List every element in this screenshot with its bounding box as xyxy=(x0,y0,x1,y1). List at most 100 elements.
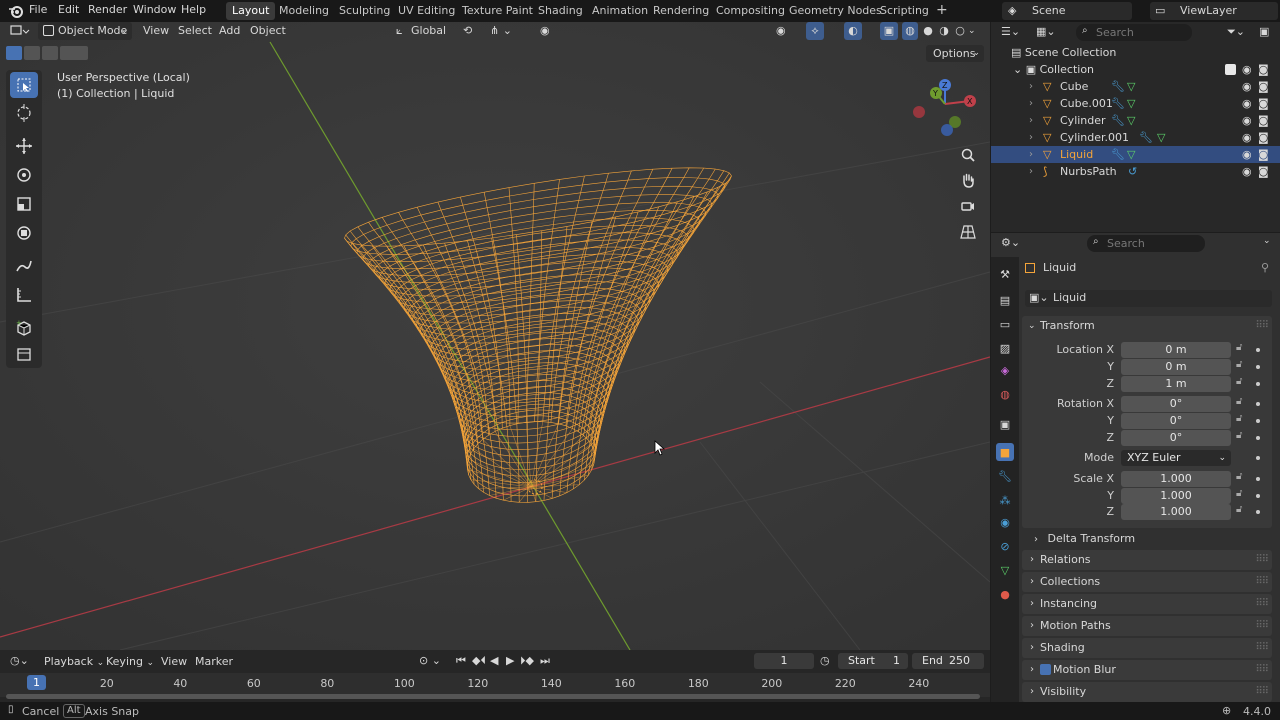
auto-keying-icon[interactable]: ⊙ ⌄ xyxy=(419,654,441,667)
material-tab-icon[interactable]: ● xyxy=(996,585,1014,603)
panel-collections[interactable]: › Collections ⠿⠿ xyxy=(1022,572,1272,592)
lock-icon[interactable]: 🔓︎ xyxy=(1236,342,1242,353)
proportional-edit-icon[interactable]: ◉ xyxy=(540,22,556,40)
object-name-field[interactable]: ▣⌄ Liquid xyxy=(1025,290,1272,307)
camera-icon[interactable]: ◙ xyxy=(1258,146,1269,163)
timeline-scrollbar[interactable] xyxy=(6,694,980,699)
panel-instancing[interactable]: › Instancing ⠿⠿ xyxy=(1022,594,1272,614)
particles-tab-icon[interactable]: ⁂ xyxy=(996,491,1014,509)
measure-tool-icon[interactable] xyxy=(10,282,38,308)
tab-texture-paint[interactable]: Texture Paint xyxy=(456,2,539,20)
keyframe-dot-icon[interactable] xyxy=(1256,365,1260,369)
physics-tab-icon[interactable]: ◉ xyxy=(996,513,1014,531)
prev-keyframe-icon[interactable]: ◆⏴ xyxy=(472,654,486,668)
tab-scripting[interactable]: Scripting xyxy=(874,2,935,20)
rotation-mode-select[interactable]: XYZ Euler ⌄ xyxy=(1121,450,1231,466)
render-tab-icon[interactable]: ▤ xyxy=(996,291,1014,309)
outliner-display-mode-icon[interactable]: ▦⌄ xyxy=(1036,25,1056,38)
collection-eye-icon[interactable]: ◉ xyxy=(1242,61,1252,78)
shading-material-icon[interactable]: ◑ xyxy=(936,22,952,40)
zoom-icon[interactable] xyxy=(956,143,980,167)
constraints-tab-icon[interactable]: ⊘ xyxy=(996,537,1014,555)
pin-icon[interactable]: ⚲ xyxy=(1261,261,1269,274)
outliner-item-cylinder[interactable]: › ▽ Cylinder 🔧︎ ▽ ◉ ◙ xyxy=(991,112,1280,129)
perspective-toggle-icon[interactable] xyxy=(956,220,980,244)
liquid-mesh-wireframe[interactable] xyxy=(0,22,990,650)
menu-edit[interactable]: Edit xyxy=(58,3,79,16)
editor-type-icon[interactable] xyxy=(8,22,34,40)
outliner-item-nurbspath[interactable]: › ⟆ NurbsPath ↺ ◉ ◙ xyxy=(991,163,1280,180)
tab-layout[interactable]: Layout xyxy=(226,2,276,20)
preview-range-icon[interactable]: ◷ xyxy=(820,654,830,667)
play-reverse-icon[interactable]: ◀ xyxy=(490,654,498,667)
select-extend-icon[interactable] xyxy=(24,46,40,60)
chevron-right-icon[interactable]: › xyxy=(1029,146,1033,163)
eye-icon[interactable]: ◉ xyxy=(1242,78,1252,95)
keyframe-dot-icon[interactable] xyxy=(1256,348,1260,352)
tab-geometry-nodes[interactable]: Geometry Nodes xyxy=(783,2,888,20)
camera-view-icon[interactable] xyxy=(956,194,980,218)
panel-motion-paths[interactable]: › Motion Paths ⠿⠿ xyxy=(1022,616,1272,636)
outliner-item-liquid[interactable]: › ▽ Liquid 🔧︎ ▽ ◉ ◙ xyxy=(991,146,1280,163)
menu-file[interactable]: File xyxy=(29,3,47,16)
outliner-collection[interactable]: ⌄ ▣ Collection ◉ ◙ xyxy=(991,61,1280,78)
motion-blur-checkbox[interactable] xyxy=(1040,664,1051,675)
scale-x-field[interactable]: 1.000 xyxy=(1121,471,1231,487)
camera-icon[interactable]: ◙ xyxy=(1258,95,1269,112)
data-tab-icon[interactable]: ▽ xyxy=(996,561,1014,579)
chevron-down-icon[interactable]: ⌄ xyxy=(1263,236,1271,246)
panel-relations[interactable]: › Relations ⠿⠿ xyxy=(1022,550,1272,570)
options-button[interactable]: Options ⌄ xyxy=(926,45,984,62)
timeline-view-menu[interactable]: View xyxy=(161,655,187,668)
tab-rendering[interactable]: Rendering xyxy=(647,2,715,20)
keyframe-dot-icon[interactable] xyxy=(1256,456,1260,460)
collection-tab-icon[interactable]: ▣ xyxy=(996,415,1014,433)
properties-editor-type-icon[interactable]: ⚙⌄ xyxy=(1001,236,1020,249)
location-y-field[interactable]: 0 m xyxy=(1121,359,1231,375)
tab-uv-editing[interactable]: UV Editing xyxy=(392,2,461,20)
collection-camera-icon[interactable]: ◙ xyxy=(1258,61,1269,78)
scene-tab-icon[interactable]: ◈ xyxy=(996,361,1014,379)
location-x-field[interactable]: 0 m xyxy=(1121,342,1231,358)
camera-icon[interactable]: ◙ xyxy=(1258,129,1269,146)
lock-icon[interactable]: 🔓︎ xyxy=(1236,376,1242,387)
snap-icon[interactable]: ⋔ ⌄ xyxy=(490,22,530,40)
lock-icon[interactable]: 🔓︎ xyxy=(1236,504,1242,515)
delta-transform-subpanel[interactable]: › Delta Transform xyxy=(1034,530,1264,548)
blender-logo-icon[interactable] xyxy=(8,3,24,19)
panel-shading[interactable]: › Shading ⠿⠿ xyxy=(1022,638,1272,658)
keyframe-dot-icon[interactable] xyxy=(1256,402,1260,406)
tab-animation[interactable]: Animation xyxy=(586,2,654,20)
drag-handle-icon[interactable]: ⠿⠿ xyxy=(1255,638,1269,658)
scale-z-field[interactable]: 1.000 xyxy=(1121,504,1231,520)
chevron-right-icon[interactable]: › xyxy=(1029,112,1033,129)
outliner-search-field[interactable]: ⌕ Search xyxy=(1076,24,1192,41)
chevron-right-icon[interactable]: › xyxy=(1029,78,1033,95)
chevron-right-icon[interactable]: › xyxy=(1029,129,1033,146)
filter-icon[interactable]: ⏷⌄ xyxy=(1227,25,1245,39)
keyframe-dot-icon[interactable] xyxy=(1256,419,1260,423)
add-workspace-icon[interactable]: + xyxy=(930,1,954,19)
keyframe-dot-icon[interactable] xyxy=(1256,510,1260,514)
eye-icon[interactable]: ◉ xyxy=(1242,112,1252,129)
transform-tool-icon[interactable] xyxy=(10,220,38,246)
rotate-tool-icon[interactable] xyxy=(10,162,38,188)
tab-shading[interactable]: Shading xyxy=(532,2,589,20)
outliner-scene-collection[interactable]: ▤ Scene Collection xyxy=(991,44,1280,61)
outliner-item-cylinder-001[interactable]: › ▽ Cylinder.001 🔧︎ ▽ ◉ ◙ xyxy=(991,129,1280,146)
navigation-gizmo[interactable]: Z X Y xyxy=(908,76,982,138)
camera-icon[interactable]: ◙ xyxy=(1258,78,1269,95)
pivot-icon[interactable]: ⟲ xyxy=(463,22,483,40)
rotation-y-field[interactable]: 0° xyxy=(1121,413,1231,429)
next-keyframe-icon[interactable]: ⏵◆ xyxy=(520,654,534,668)
drag-handle-icon[interactable]: ⠿⠿ xyxy=(1255,594,1269,614)
tab-compositing[interactable]: Compositing xyxy=(710,2,791,20)
eye-icon[interactable]: ◉ xyxy=(1242,163,1252,180)
menu-help[interactable]: Help xyxy=(181,3,206,16)
outliner-item-cube[interactable]: › ▽ Cube 🔧︎ ▽ ◉ ◙ xyxy=(991,78,1280,95)
camera-icon[interactable]: ◙ xyxy=(1258,112,1269,129)
drag-handle-icon[interactable]: ⠿⠿ xyxy=(1255,316,1269,336)
keyframe-dot-icon[interactable] xyxy=(1256,477,1260,481)
menu-view[interactable]: View xyxy=(143,22,169,40)
select-box-tool-icon[interactable] xyxy=(10,72,38,98)
